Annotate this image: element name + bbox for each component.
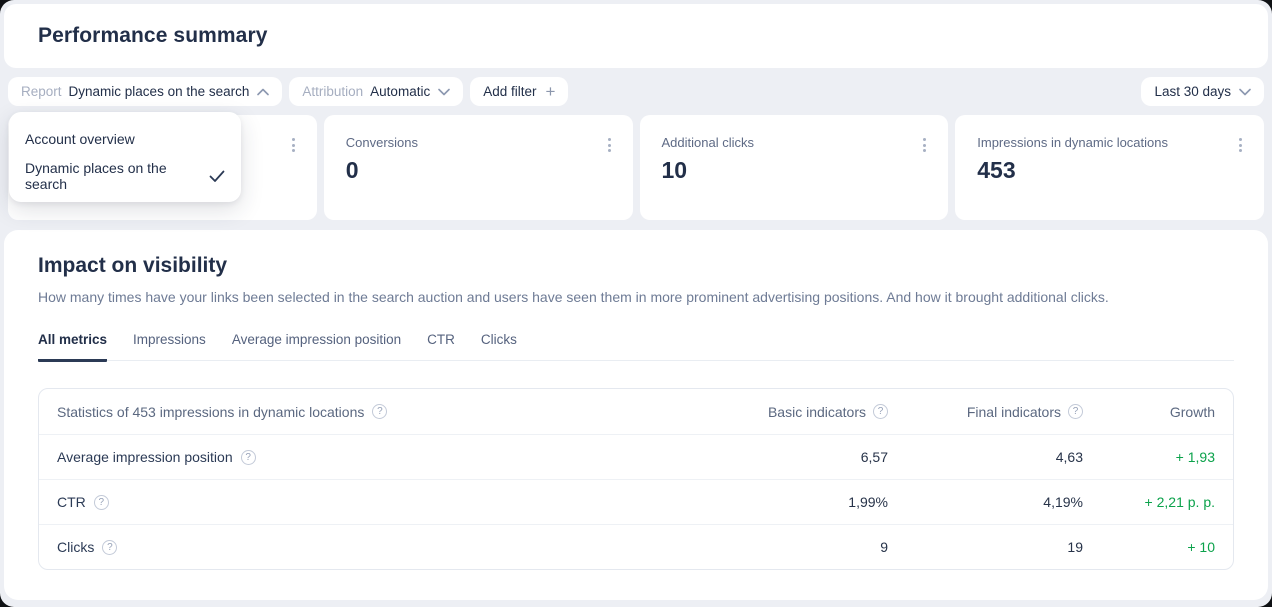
help-icon[interactable]: ? <box>94 495 109 510</box>
table-title-cell: Statistics of 453 impressions in dynamic… <box>57 404 718 420</box>
attribution-filter-label: Attribution <box>302 84 363 99</box>
report-filter-value: Dynamic places on the search <box>69 84 250 99</box>
final-indicator-value: 4,19% <box>888 494 1083 510</box>
metric-value: 0 <box>346 157 615 184</box>
column-header-growth: Growth <box>1083 404 1215 420</box>
growth-value: + 10 <box>1083 539 1215 555</box>
metric-label: Conversions <box>346 135 615 150</box>
kebab-menu-icon[interactable] <box>290 136 297 154</box>
help-icon[interactable]: ? <box>1068 404 1083 419</box>
metric-name-cell: Clicks ? <box>57 539 718 555</box>
add-filter-label: Add filter <box>483 84 536 99</box>
help-icon[interactable]: ? <box>102 540 117 555</box>
metric-card-impressions-dynamic-locations: Impressions in dynamic locations 453 <box>955 115 1264 220</box>
plus-icon: + <box>545 83 555 100</box>
report-filter-label: Report <box>21 84 62 99</box>
growth-value: + 1,93 <box>1083 449 1215 465</box>
final-indicator-value: 19 <box>888 539 1083 555</box>
metric-card-additional-clicks: Additional clicks 10 <box>640 115 949 220</box>
help-icon[interactable]: ? <box>372 404 387 419</box>
metric-label: Additional clicks <box>662 135 931 150</box>
metric-value: 453 <box>977 157 1246 184</box>
column-header-basic-indicators: Basic indicators ? <box>718 404 888 420</box>
attribution-filter-pill[interactable]: Attribution Automatic <box>289 77 463 106</box>
table-title: Statistics of 453 impressions in dynamic… <box>57 404 364 420</box>
table-row-clicks: Clicks ? 9 19 + 10 <box>39 524 1233 569</box>
table-header-row: Statistics of 453 impressions in dynamic… <box>39 389 1233 434</box>
growth-value: + 2,21 p. p. <box>1083 494 1215 510</box>
report-dropdown-menu: Account overview Dynamic places on the s… <box>9 112 241 202</box>
help-icon[interactable]: ? <box>241 450 256 465</box>
dropdown-item-dynamic-places[interactable]: Dynamic places on the search <box>9 157 241 194</box>
metric-card-conversions: Conversions 0 <box>324 115 633 220</box>
metric-value: 10 <box>662 157 931 184</box>
kebab-menu-icon[interactable] <box>606 136 613 154</box>
basic-indicator-value: 1,99% <box>718 494 888 510</box>
attribution-filter-value: Automatic <box>370 84 430 99</box>
date-range-pill[interactable]: Last 30 days <box>1141 77 1264 106</box>
tab-all-metrics[interactable]: All metrics <box>38 332 107 362</box>
table-row-average-impression-position: Average impression position ? 6,57 4,63 … <box>39 434 1233 479</box>
filter-bar: Report Dynamic places on the search Attr… <box>8 75 1264 108</box>
chevron-down-icon <box>438 88 450 96</box>
tab-ctr[interactable]: CTR <box>427 332 455 360</box>
metrics-tabs: All metrics Impressions Average impressi… <box>38 332 1234 361</box>
chevron-down-icon <box>1239 88 1251 96</box>
impact-on-visibility-section: Impact on visibility How many times have… <box>4 230 1268 600</box>
page-header: Performance summary <box>4 4 1268 68</box>
help-icon[interactable]: ? <box>873 404 888 419</box>
dropdown-item-label: Dynamic places on the search <box>25 160 200 192</box>
tab-clicks[interactable]: Clicks <box>481 332 517 360</box>
final-indicator-value: 4,63 <box>888 449 1083 465</box>
kebab-menu-icon[interactable] <box>921 136 928 154</box>
metric-name-cell: CTR ? <box>57 494 718 510</box>
basic-indicator-value: 6,57 <box>718 449 888 465</box>
report-filter-pill[interactable]: Report Dynamic places on the search <box>8 77 282 106</box>
chevron-up-icon <box>257 88 269 96</box>
dropdown-item-account-overview[interactable]: Account overview <box>9 120 241 157</box>
performance-summary-page: Performance summary Report Dynamic place… <box>0 0 1272 607</box>
page-title: Performance summary <box>38 24 268 48</box>
kebab-menu-icon[interactable] <box>1237 136 1244 154</box>
section-title: Impact on visibility <box>38 254 1234 278</box>
tab-impressions[interactable]: Impressions <box>133 332 206 360</box>
date-range-value: Last 30 days <box>1154 84 1231 99</box>
table-row-ctr: CTR ? 1,99% 4,19% + 2,21 p. p. <box>39 479 1233 524</box>
section-description: How many times have your links been sele… <box>38 289 1234 305</box>
column-header-final-indicators: Final indicators ? <box>888 404 1083 420</box>
metric-label: Impressions in dynamic locations <box>977 135 1246 150</box>
add-filter-button[interactable]: Add filter + <box>470 77 568 106</box>
metric-name-cell: Average impression position ? <box>57 449 718 465</box>
basic-indicator-value: 9 <box>718 539 888 555</box>
statistics-table: Statistics of 453 impressions in dynamic… <box>38 388 1234 570</box>
tab-average-impression-position[interactable]: Average impression position <box>232 332 401 360</box>
dropdown-item-label: Account overview <box>25 131 135 147</box>
check-icon <box>209 170 225 183</box>
